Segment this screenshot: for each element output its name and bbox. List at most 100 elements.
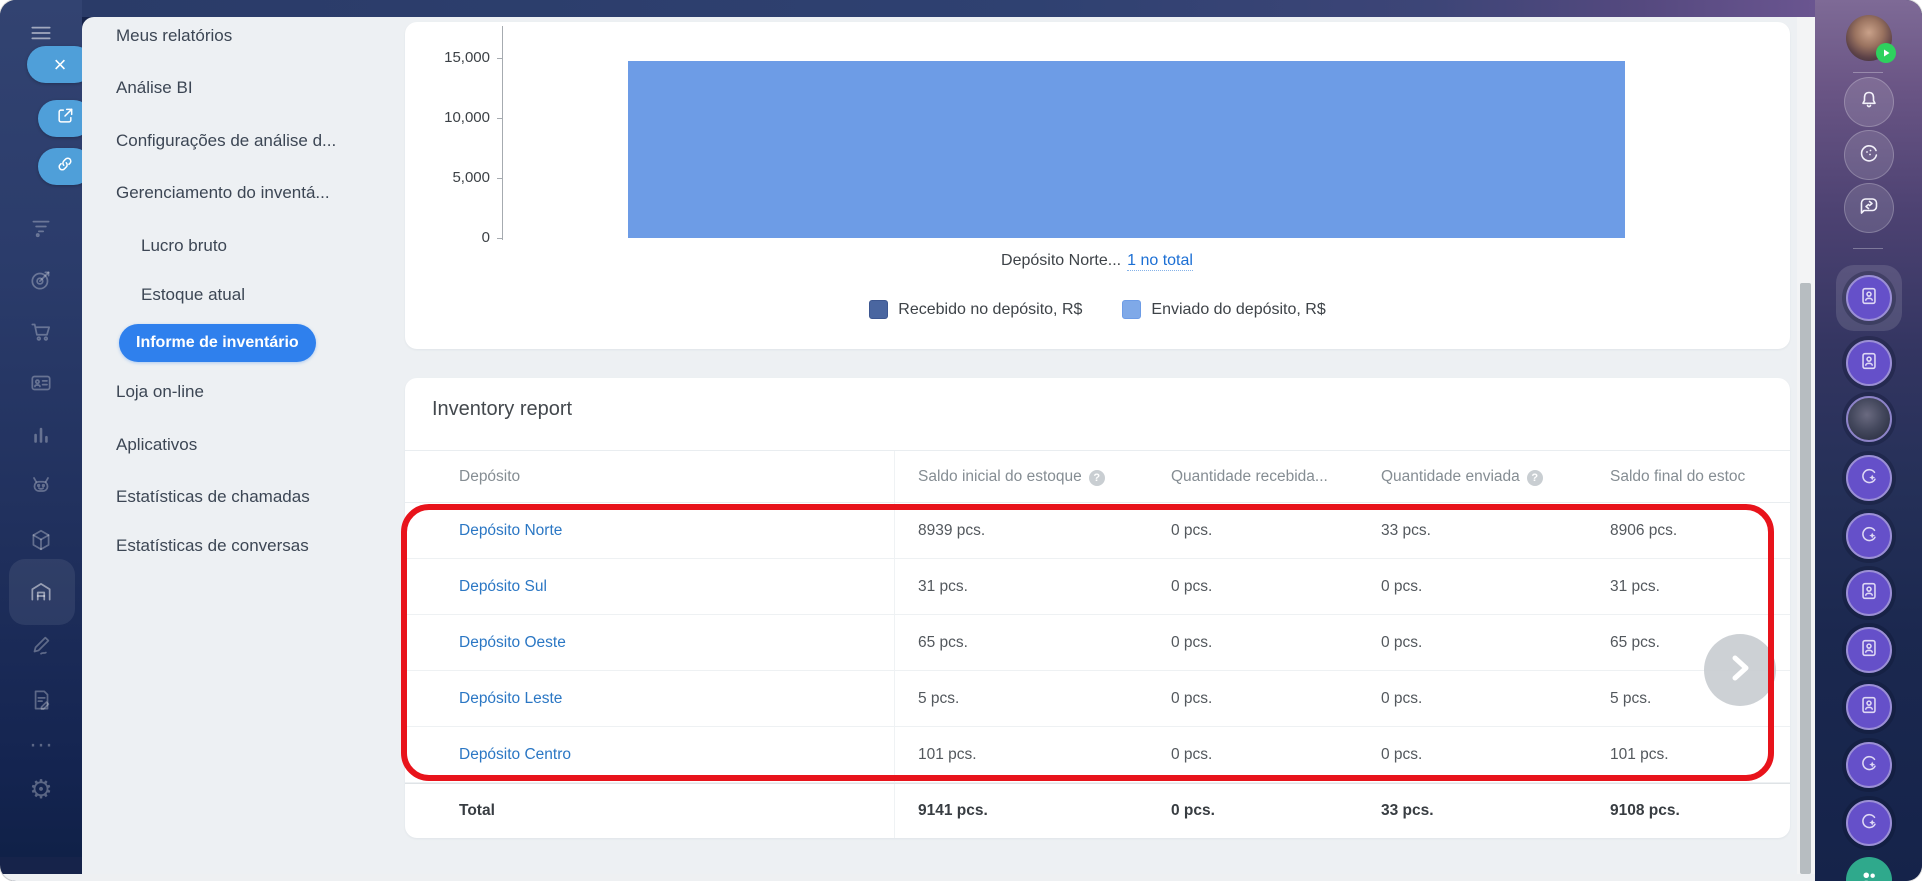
sidebar-item-meus-relatorios[interactable]: Meus relatórios [116,19,232,53]
sidebar-item-estoque-atual[interactable]: Estoque atual [141,278,245,312]
total-sent: 33 pcs. [1381,802,1434,819]
user-avatar[interactable] [1815,15,1922,63]
messenger-button[interactable] [1815,183,1922,233]
table-scroll-right-button[interactable] [1704,634,1776,706]
cell-sent: 0 pcs. [1381,633,1423,651]
warehouse-icon[interactable] [0,579,82,605]
bell-icon [1857,88,1881,117]
app-contact[interactable] [1815,340,1922,386]
warehouse-link[interactable]: Depósito Norte [459,522,562,540]
chevron-right-icon [1720,648,1760,693]
y-tick-15000: 15,000 [444,49,490,66]
package-box-icon[interactable] [0,527,82,553]
warehouse-link[interactable]: Depósito Centro [459,746,571,764]
cell-initial: 8939 pcs. [918,521,986,539]
contact-card-icon[interactable] [0,370,82,396]
user-avatar-2[interactable] [1815,396,1922,442]
app-contact[interactable] [1815,627,1922,673]
sidebar-item-gerenciamento-inventario[interactable]: Gerenciamento do inventá... [116,176,330,210]
sidebar-item-configuracoes-analise[interactable]: Configurações de análise d... [116,124,336,158]
group-people-icon [1858,867,1880,881]
cell-initial: 101 pcs. [918,745,977,763]
column-header-saldo-final[interactable]: Saldo final do estoc [1587,468,1790,486]
copilot-button[interactable] [1815,130,1922,180]
copilot-sparkle-icon [1858,752,1880,779]
cell-received: 0 pcs. [1171,577,1213,595]
avatar-photo [1845,15,1896,63]
cell-sent: 0 pcs. [1381,745,1423,763]
chat-arrows-icon [1857,194,1881,223]
left-icon-rail: × ··· ⚙ [0,0,93,857]
sidebar-item-analise-bi[interactable]: Análise BI [116,71,193,105]
table-row-deposito-centro: Depósito Centro 101 pcs. 0 pcs. 0 pcs. 1… [405,727,1790,783]
warehouse-link[interactable]: Depósito Oeste [459,634,566,652]
app-group-teal[interactable] [1815,857,1922,881]
table-row-deposito-norte: Depósito Norte 8939 pcs. 0 pcs. 33 pcs. … [405,503,1790,559]
sidebar-item-loja-online[interactable]: Loja on-line [116,375,204,409]
link-icon [55,154,75,179]
content-area: Meus relatórios Análise BI Configurações… [82,17,1815,874]
total-in-category-link[interactable]: 1 no total [1127,252,1193,271]
app-copilot[interactable] [1815,742,1922,788]
video-status-badge [1875,43,1896,63]
warehouse-link[interactable]: Depósito Sul [459,578,547,596]
table-row-deposito-leste: Depósito Leste 5 pcs. 0 pcs. 0 pcs. 5 pc… [405,671,1790,727]
help-icon[interactable]: ? [1088,469,1105,486]
cell-sent: 33 pcs. [1381,521,1431,539]
column-header-saldo-inicial[interactable]: Saldo inicial do estoque? [895,468,1148,486]
sidebar-item-estatisticas-chamadas[interactable]: Estatísticas de chamadas [116,480,310,514]
help-icon[interactable]: ? [1526,469,1543,486]
notifications-button[interactable] [1815,77,1922,127]
cell-initial: 5 pcs. [918,689,960,707]
copilot-ring-icon [1857,141,1881,170]
cell-sent: 0 pcs. [1381,689,1423,707]
column-header-quantidade-enviada[interactable]: Quantidade enviada? [1358,468,1587,486]
pencil-icon[interactable] [0,632,82,658]
top-window-strip [82,0,1815,17]
app-copilot[interactable] [1815,513,1922,559]
legend-item-enviado[interactable]: Enviado do depósito, R$ [1122,300,1326,319]
chart-legend: Recebido no depósito, R$ Enviado do depó… [405,300,1790,319]
contact-card-icon [1858,285,1880,312]
shopping-cart-icon[interactable] [0,318,82,344]
scrollbar-thumb[interactable] [1800,283,1811,874]
column-header-quantidade-recebida[interactable]: Quantidade recebida... [1148,468,1358,486]
gear-icon[interactable]: ⚙ [0,776,82,802]
target-icon[interactable] [0,267,82,293]
app-contact[interactable] [1815,570,1922,616]
table-row-deposito-oeste: Depósito Oeste 65 pcs. 0 pcs. 0 pcs. 65 … [405,615,1790,671]
app-contact[interactable] [1815,684,1922,730]
robot-icon[interactable] [0,472,82,498]
dock-divider [1853,72,1883,73]
document-edit-icon[interactable] [0,687,82,713]
cell-received: 0 pcs. [1171,689,1213,707]
y-tickmark [497,118,502,119]
more-dots-icon[interactable]: ··· [0,733,82,757]
y-tick-0: 0 [481,229,490,246]
app-contact-highlighted[interactable] [1815,265,1922,331]
y-tickmark [497,178,502,179]
sidebar-item-aplicativos[interactable]: Aplicativos [116,428,197,462]
bar-enviado-deposito-norte[interactable] [628,61,1625,238]
legend-item-recebido[interactable]: Recebido no depósito, R$ [869,300,1082,319]
filter-funnel-icon[interactable] [0,214,82,240]
y-tickmark [497,238,502,239]
hamburger-menu-icon[interactable] [0,20,82,46]
close-icon: × [53,51,67,77]
app-copilot[interactable] [1815,455,1922,501]
sidebar-item-estatisticas-conversas[interactable]: Estatísticas de conversas [116,529,309,563]
table-row-deposito-sul: Depósito Sul 31 pcs. 0 pcs. 0 pcs. 31 pc… [405,559,1790,615]
table-body: Depósito Norte 8939 pcs. 0 pcs. 33 pcs. … [405,503,1790,783]
right-dock [1815,0,1922,881]
sidebar-item-informe-inventario-active[interactable]: Informe de inventário [119,324,316,362]
warehouse-link[interactable]: Depósito Leste [459,690,562,708]
app-highlight-frame [1835,265,1902,331]
bar-chart-icon[interactable] [0,422,82,448]
cell-received: 0 pcs. [1171,633,1213,651]
cell-final: 8906 pcs. [1610,521,1678,539]
app-copilot[interactable] [1815,800,1922,846]
sidebar-item-lucro-bruto[interactable]: Lucro bruto [141,229,227,263]
total-label: Total [405,784,895,838]
column-header-deposito[interactable]: Depósito [405,451,895,502]
external-link-icon [55,106,75,131]
